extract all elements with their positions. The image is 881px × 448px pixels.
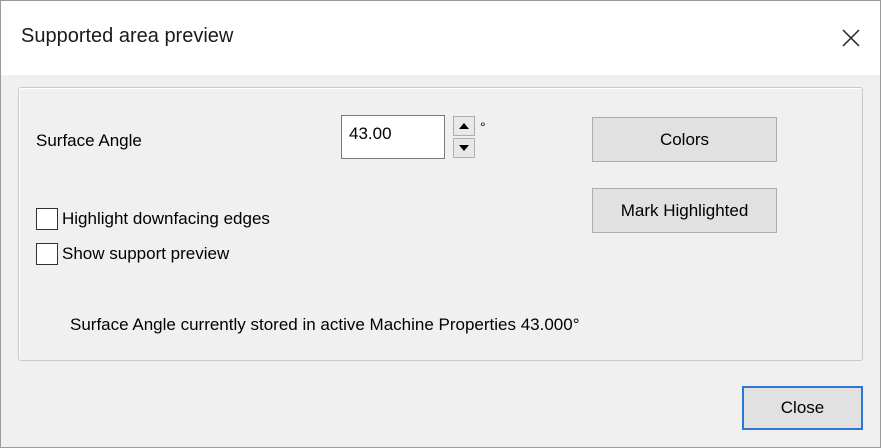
arrow-up-icon: [459, 123, 469, 129]
mark-highlighted-button[interactable]: Mark Highlighted: [592, 188, 777, 233]
dialog-title: Supported area preview: [21, 25, 234, 47]
show-support-preview-checkbox[interactable]: Show support preview: [36, 243, 229, 265]
settings-group: Surface Angle 43.00 ° Colors Mark Highli…: [18, 87, 863, 361]
show-support-preview-label: Show support preview: [62, 244, 230, 263]
checkbox-box[interactable]: [36, 208, 58, 230]
highlight-downfacing-checkbox[interactable]: Highlight downfacing edges: [36, 208, 270, 230]
window-close-button[interactable]: [822, 1, 880, 75]
title-bar: Supported area preview: [1, 1, 880, 75]
close-button[interactable]: Close: [742, 386, 863, 430]
spin-down-button[interactable]: [453, 138, 475, 158]
dialog-window: Supported area preview Surface Angle 43.…: [0, 0, 881, 448]
spin-up-button[interactable]: [453, 116, 475, 136]
stored-angle-info: Surface Angle currently stored in active…: [70, 315, 580, 334]
arrow-down-icon: [459, 145, 469, 151]
surface-angle-label: Surface Angle: [36, 131, 142, 150]
close-icon: [842, 29, 860, 47]
checkbox-box[interactable]: [36, 243, 58, 265]
highlight-downfacing-label: Highlight downfacing edges: [62, 209, 270, 228]
degree-symbol: °: [480, 119, 486, 135]
surface-angle-input[interactable]: 43.00: [341, 115, 445, 159]
colors-button[interactable]: Colors: [592, 117, 777, 162]
